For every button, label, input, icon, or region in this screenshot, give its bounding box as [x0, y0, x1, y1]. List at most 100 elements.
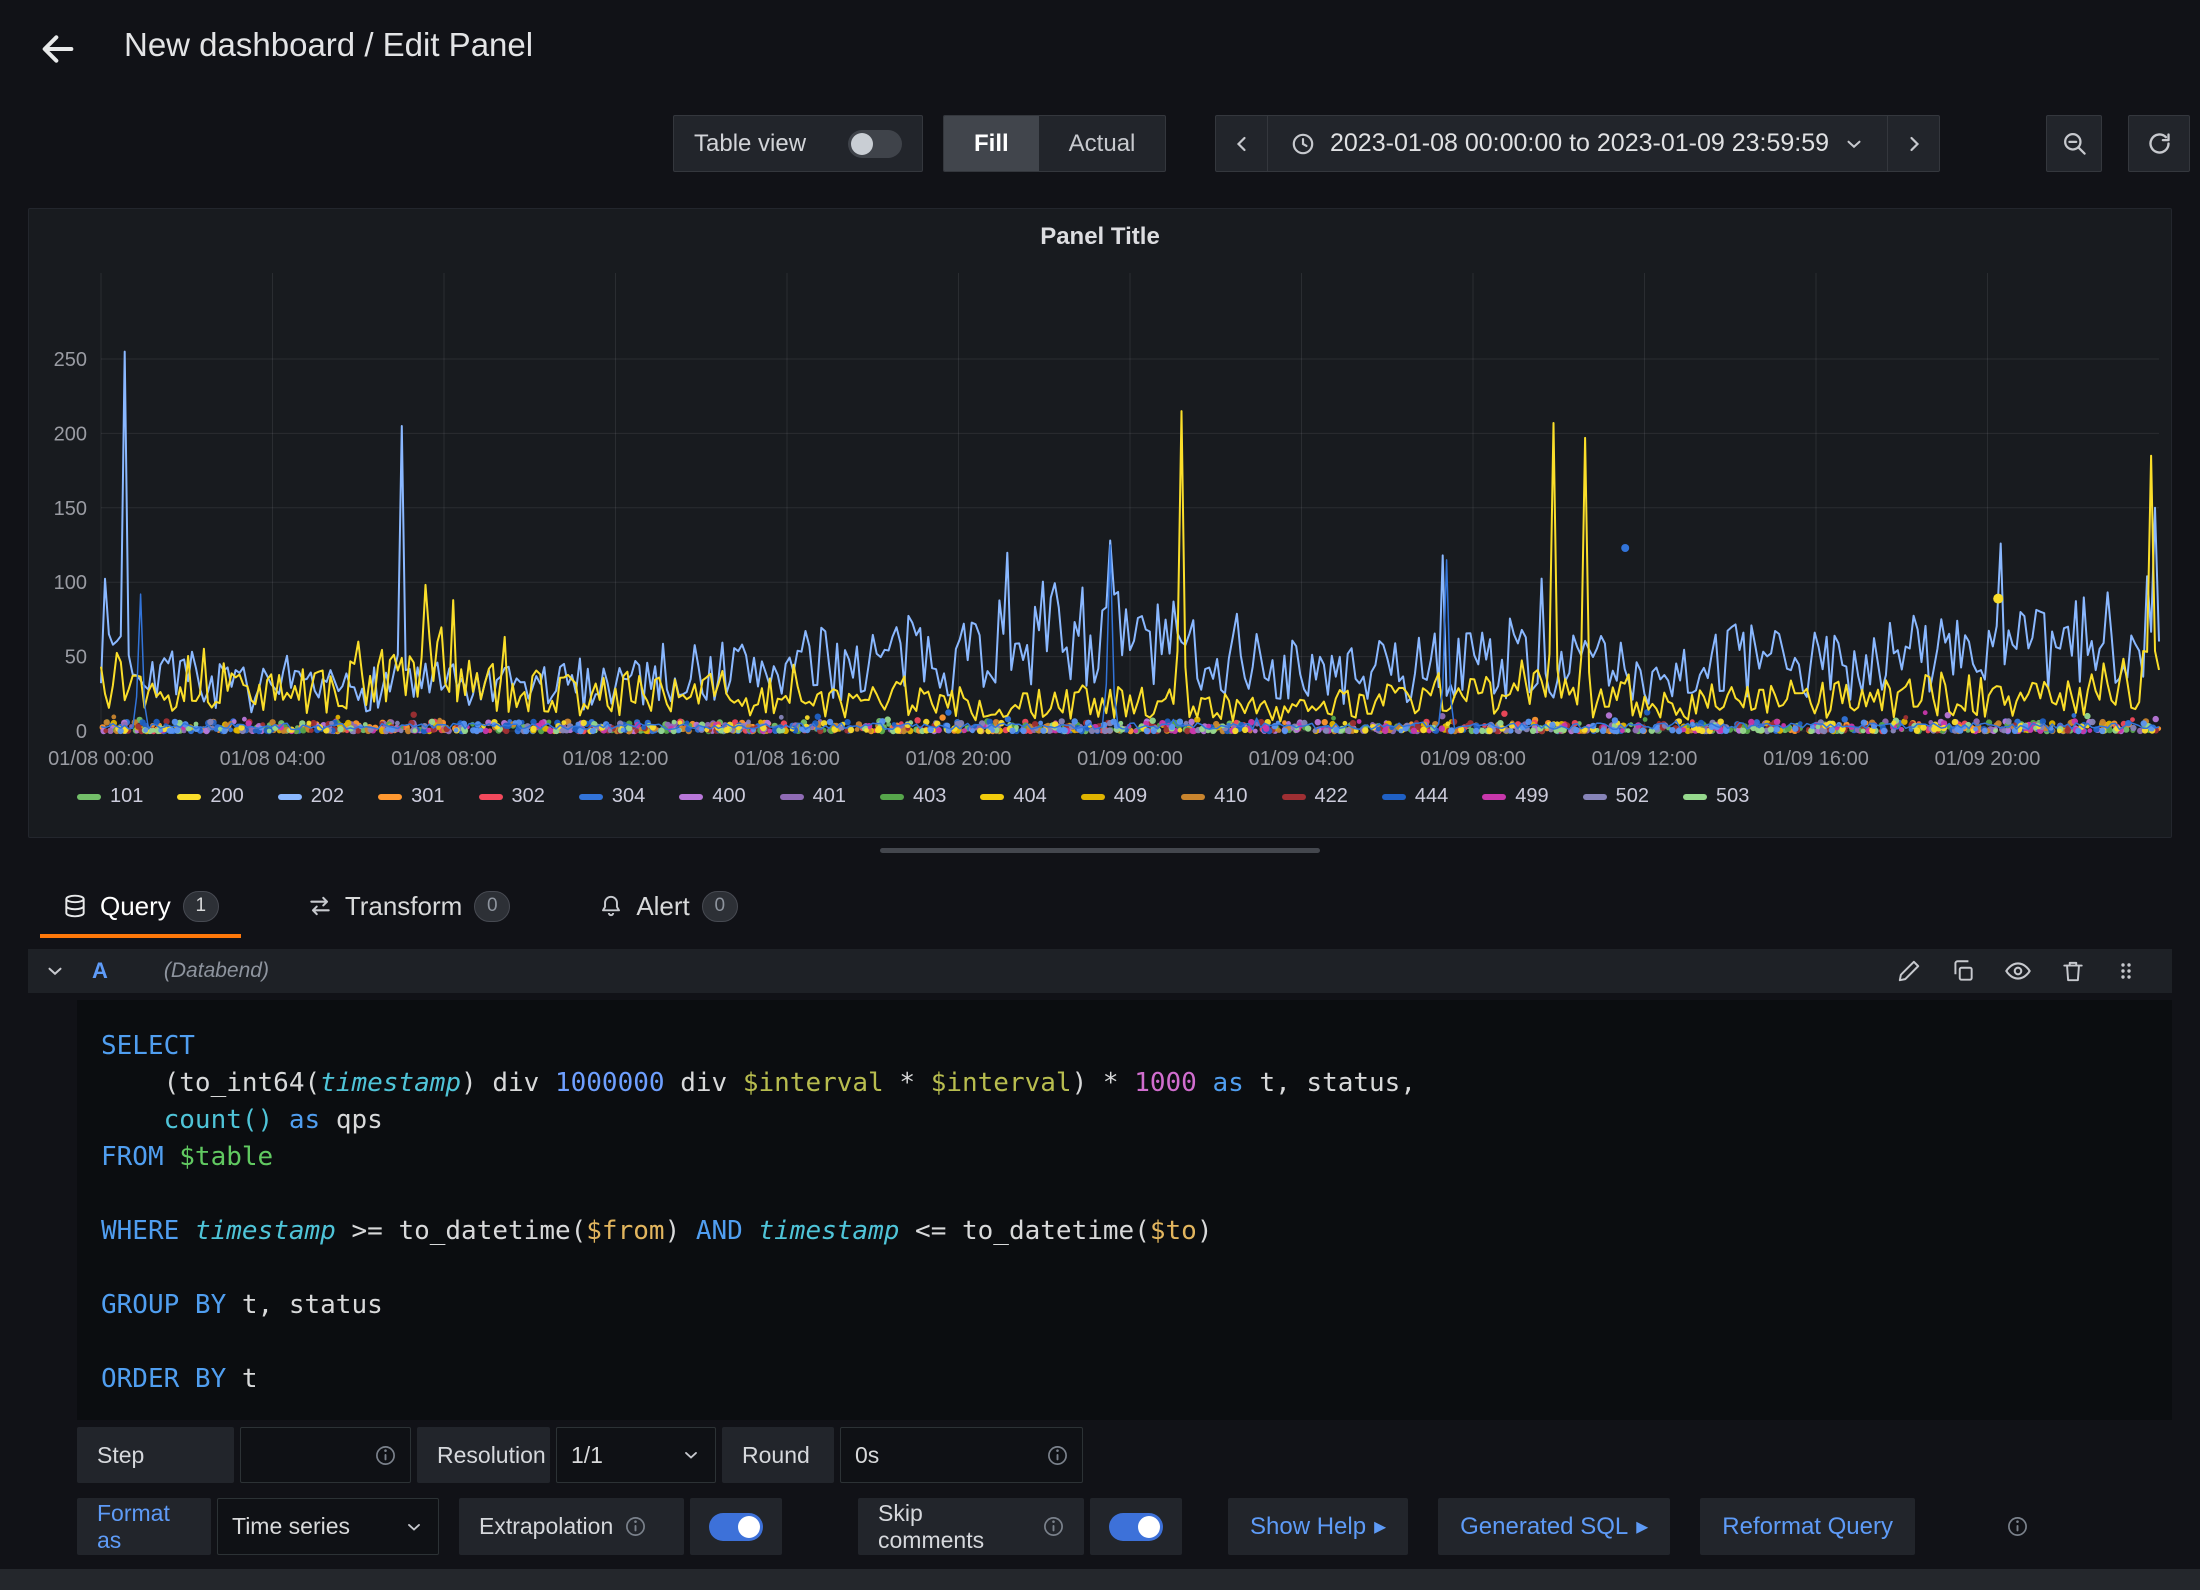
svg-text:01/09 16:00: 01/09 16:00 [1763, 748, 1869, 770]
reformat-query-label: Reformat Query [1722, 1513, 1893, 1541]
svg-text:01/09 12:00: 01/09 12:00 [1592, 748, 1698, 770]
legend-label: 403 [913, 785, 946, 808]
timeseries-chart[interactable]: 05010015020025001/08 00:0001/08 04:0001/… [29, 209, 2171, 779]
round-label: Round [722, 1427, 834, 1483]
skip-comments-toggle[interactable] [1109, 1513, 1163, 1541]
chevron-right-icon [1902, 132, 1926, 156]
legend-item[interactable]: 101 [77, 785, 143, 808]
svg-text:01/08 20:00: 01/08 20:00 [906, 748, 1012, 770]
fill-option[interactable]: Fill [944, 116, 1039, 171]
legend-item[interactable]: 302 [479, 785, 545, 808]
resolution-select[interactable]: 1/1 [556, 1427, 716, 1483]
chevron-down-icon [404, 1517, 424, 1537]
legend-item[interactable]: 200 [177, 785, 243, 808]
legend-label: 304 [612, 785, 645, 808]
step-input[interactable] [240, 1427, 411, 1483]
table-view-toggle[interactable] [848, 130, 902, 158]
legend-swatch [378, 794, 402, 800]
info-icon[interactable] [1047, 1445, 1068, 1466]
legend-item[interactable]: 444 [1382, 785, 1448, 808]
time-shift-back-button[interactable] [1216, 116, 1268, 171]
database-icon [62, 893, 88, 919]
time-shift-forward-button[interactable] [1887, 116, 1939, 171]
pane-splitter[interactable] [880, 848, 1320, 853]
expand-caret-icon: ▸ [1374, 1512, 1386, 1541]
tab-badge: 0 [474, 891, 510, 922]
info-icon[interactable] [1043, 1516, 1064, 1537]
legend-swatch [1382, 794, 1406, 800]
duplicate-icon[interactable] [1950, 958, 1976, 984]
legend-swatch [880, 794, 904, 800]
transform-icon [307, 893, 333, 919]
legend-item[interactable]: 400 [679, 785, 745, 808]
trash-icon[interactable] [2060, 958, 2086, 984]
tab-alert[interactable]: Alert 0 [576, 878, 759, 938]
drag-handle-icon[interactable] [2114, 958, 2138, 984]
info-icon[interactable] [2007, 1516, 2028, 1537]
format-as-select[interactable]: Time series [217, 1498, 439, 1555]
legend-item[interactable]: 503 [1683, 785, 1749, 808]
legend-item[interactable]: 401 [780, 785, 846, 808]
clock-icon [1290, 131, 1316, 157]
legend-swatch [1583, 794, 1607, 800]
actual-option[interactable]: Actual [1039, 116, 1166, 171]
legend-item[interactable]: 410 [1181, 785, 1247, 808]
legend-item[interactable]: 304 [579, 785, 645, 808]
legend-item[interactable]: 404 [980, 785, 1046, 808]
bottom-strip [0, 1569, 2200, 1590]
collapse-chevron-icon[interactable] [44, 960, 66, 982]
legend-swatch [579, 794, 603, 800]
svg-text:150: 150 [54, 498, 87, 520]
legend-item[interactable]: 409 [1081, 785, 1147, 808]
table-view-label: Table view [694, 130, 806, 158]
round-input[interactable]: 0s [840, 1427, 1083, 1483]
tab-label: Query [100, 891, 171, 922]
sql-line: ORDER BY t [101, 1361, 2148, 1398]
legend-item[interactable]: 202 [278, 785, 344, 808]
time-range-text: 2023-01-08 00:00:00 to 2023-01-09 23:59:… [1330, 129, 1829, 158]
legend-swatch [980, 794, 1004, 800]
resolution-label: Resolution [417, 1427, 550, 1483]
step-label: Step [77, 1427, 234, 1483]
query-row-header: A (Databend) [28, 949, 2172, 993]
svg-text:200: 200 [54, 423, 87, 445]
legend-item[interactable]: 403 [880, 785, 946, 808]
generated-sql-button[interactable]: Generated SQL ▸ [1438, 1498, 1670, 1555]
back-button[interactable] [38, 26, 90, 72]
legend-label: 101 [110, 785, 143, 808]
zoom-out-button[interactable] [2046, 115, 2102, 172]
sql-editor[interactable]: SELECT (to_int64(timestamp) div 1000000 … [77, 1000, 2172, 1420]
round-value: 0s [855, 1442, 1047, 1469]
legend-label: 410 [1214, 785, 1247, 808]
legend-item[interactable]: 502 [1583, 785, 1649, 808]
legend-item[interactable]: 499 [1482, 785, 1548, 808]
tab-label: Transform [345, 891, 463, 922]
info-icon[interactable] [375, 1445, 396, 1466]
legend-swatch [780, 794, 804, 800]
tab-query[interactable]: Query 1 [40, 878, 241, 938]
display-mode-group: Fill Actual [943, 115, 1166, 172]
eye-icon[interactable] [2004, 957, 2032, 985]
tab-transform[interactable]: Transform 0 [285, 878, 533, 938]
skip-comments-label-text: Skip comments [878, 1500, 1031, 1554]
chevron-down-icon [681, 1445, 701, 1465]
query-datasource: (Databend) [164, 959, 269, 983]
svg-text:01/09 04:00: 01/09 04:00 [1249, 748, 1355, 770]
legend-item[interactable]: 301 [378, 785, 444, 808]
svg-text:01/08 00:00: 01/08 00:00 [48, 748, 154, 770]
reformat-query-button[interactable]: Reformat Query [1700, 1498, 1915, 1555]
svg-text:01/08 04:00: 01/08 04:00 [220, 748, 326, 770]
extrapolation-toggle[interactable] [709, 1513, 763, 1541]
sql-line: FROM $table [101, 1139, 2148, 1176]
editor-tabs: Query 1 Transform 0 Alert 0 [40, 878, 760, 942]
resolution-value: 1/1 [571, 1442, 603, 1469]
info-icon[interactable] [625, 1516, 646, 1537]
edit-icon[interactable] [1896, 958, 1922, 984]
toggle-knob [851, 133, 873, 155]
refresh-button[interactable] [2128, 115, 2190, 172]
show-help-button[interactable]: Show Help ▸ [1228, 1498, 1408, 1555]
time-picker: 2023-01-08 00:00:00 to 2023-01-09 23:59:… [1215, 115, 1940, 172]
legend-item[interactable]: 422 [1282, 785, 1348, 808]
svg-text:01/09 00:00: 01/09 00:00 [1077, 748, 1183, 770]
time-range-button[interactable]: 2023-01-08 00:00:00 to 2023-01-09 23:59:… [1268, 116, 1887, 171]
